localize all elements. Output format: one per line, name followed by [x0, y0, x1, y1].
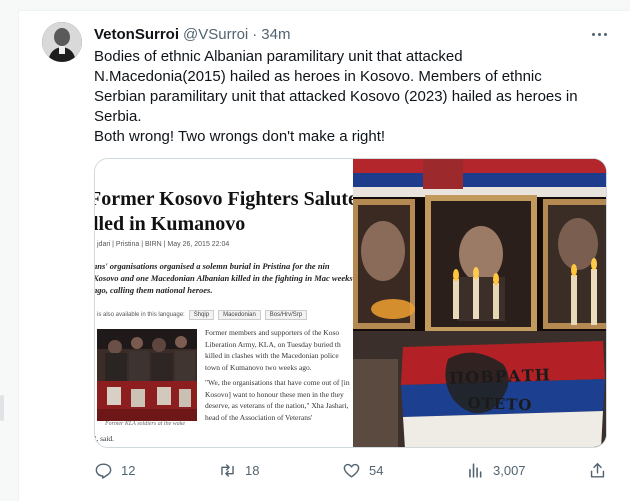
- repost-icon: [218, 461, 237, 480]
- language-pill: Macedonian: [218, 310, 261, 320]
- reply-button[interactable]: 12: [94, 458, 135, 482]
- article-headline: Former Kosovo Fighters Salute M lled in …: [95, 187, 353, 237]
- language-pill: Shqip: [188, 310, 215, 320]
- article-meta: jdari | Pristina | BIRN | May 26, 2015 2…: [97, 241, 230, 248]
- share-icon: [588, 461, 607, 480]
- tweet-header: VetonSurroi @VSurroi · 34m: [94, 24, 290, 44]
- views-button[interactable]: 3,007: [466, 458, 526, 482]
- article-body: Former members and supporters of the Kos…: [205, 327, 353, 427]
- reply-icon: [94, 461, 113, 480]
- repost-button[interactable]: 18: [218, 458, 259, 482]
- repost-count: 18: [245, 462, 260, 478]
- timestamp[interactable]: 34m: [261, 26, 290, 43]
- like-count: 54: [369, 462, 384, 478]
- article-said: ', said.: [95, 434, 115, 443]
- author-name[interactable]: VetonSurroi: [94, 26, 179, 43]
- article-headline-line: Former Kosovo Fighters Salute M: [95, 188, 353, 210]
- article-paragraph: "We, the organisations that have come ou…: [205, 378, 350, 422]
- language-pill: Bos/Hrv/Srp: [264, 310, 308, 320]
- heart-icon: [342, 461, 361, 480]
- views-count: 3,007: [493, 462, 526, 478]
- article-lead: ans' organisations organised a solemn bu…: [95, 261, 353, 295]
- tweet-text-line: Both wrong! Two wrongs don't make a righ…: [94, 128, 386, 145]
- tweet-text-line: N.Macedonia(2015) hailed as heroes in Ko…: [94, 68, 542, 85]
- memorial-photo-image[interactable]: ПОВРАТН ОТЕТО: [353, 159, 606, 447]
- article-headline-line: lled in Kumanovo: [95, 213, 246, 235]
- tweet-text-line: Bodies of ethnic Albanian paramilitary u…: [94, 48, 463, 65]
- avatar[interactable]: [42, 22, 82, 62]
- author-handle[interactable]: @VSurroi: [183, 26, 248, 43]
- tweet-text-line: Serbian paramilitary unit that attacked …: [94, 88, 578, 105]
- tweet-actions: 12 18 54 3,007: [94, 458, 614, 482]
- tweet-text: Bodies of ethnic Albanian paramilitary u…: [94, 47, 606, 147]
- language-label: is also available in this language:: [97, 312, 185, 318]
- like-button[interactable]: 54: [342, 458, 383, 482]
- article-photo: [97, 329, 197, 421]
- article-languages: is also available in this language: Shqi…: [97, 310, 308, 320]
- article-photo-caption: Former KLA soldiers at the wake: [105, 421, 186, 427]
- views-icon: [466, 461, 485, 480]
- more-options-icon[interactable]: [586, 22, 612, 46]
- side-scroll-hint: [0, 395, 4, 421]
- article-paragraph: Former members and supporters of the Kos…: [205, 328, 341, 372]
- share-button[interactable]: [588, 458, 607, 482]
- banner-text: ОТЕТО: [467, 393, 533, 415]
- media-container[interactable]: Former Kosovo Fighters Salute M lled in …: [94, 158, 607, 448]
- reply-count: 12: [121, 462, 136, 478]
- tweet-text-line: Serbia.: [94, 108, 142, 125]
- article-screenshot-image[interactable]: Former Kosovo Fighters Salute M lled in …: [95, 159, 353, 447]
- separator: ·: [252, 25, 258, 43]
